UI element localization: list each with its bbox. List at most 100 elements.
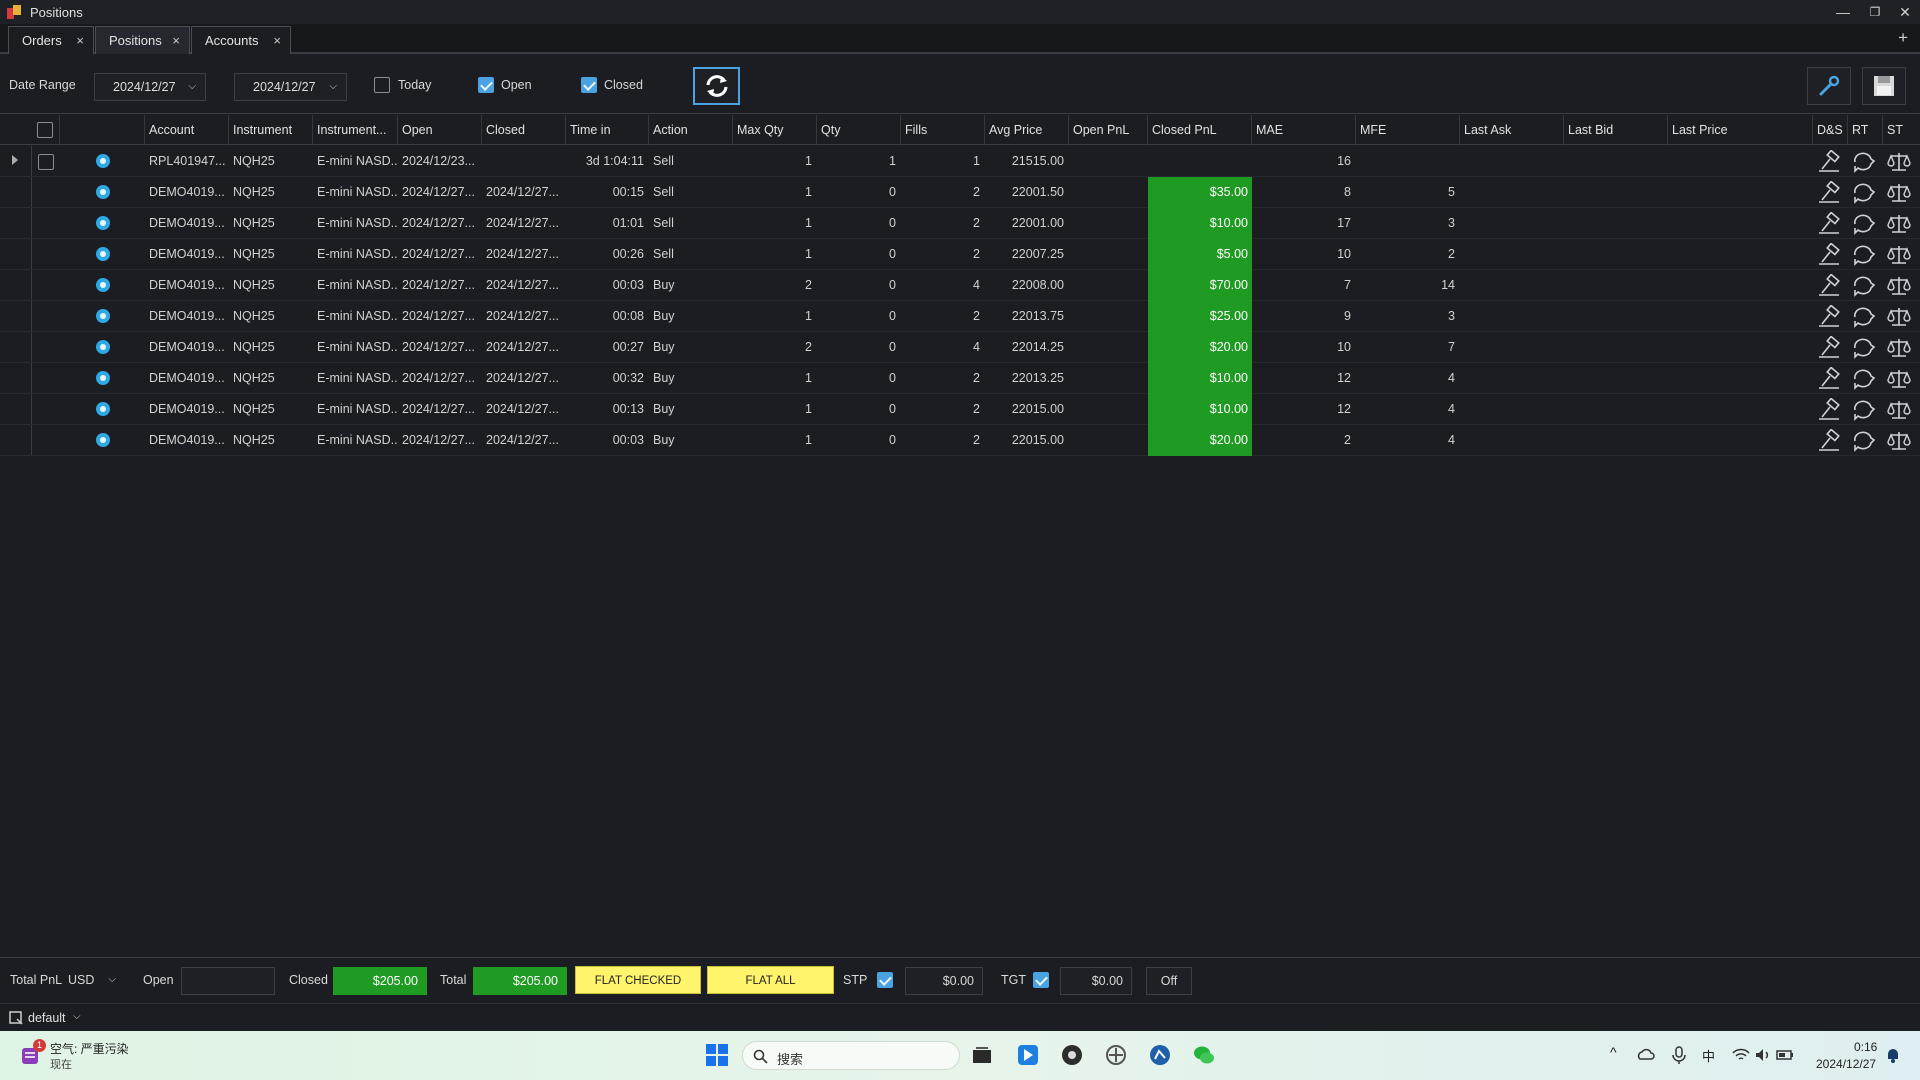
col-closed-pnl[interactable]: Closed PnL (1148, 115, 1252, 145)
table-row[interactable]: DEMO4019... NQH25 E-mini NASD... 2024/12/27… (0, 332, 1920, 363)
table-row[interactable]: DEMO4019... NQH25 E-mini NASD... 2024/12/27… (0, 425, 1920, 456)
close-window-button[interactable]: ✕ (1890, 0, 1920, 24)
microphone-icon[interactable] (1669, 1045, 1689, 1065)
clock-date[interactable]: 2024/12/27 (1816, 1057, 1876, 1071)
table-row[interactable]: DEMO4019... NQH25 E-mini NASD... 2024/12/27… (0, 177, 1920, 208)
reverse-position-icon[interactable] (1851, 274, 1877, 298)
reverse-position-icon[interactable] (1851, 181, 1877, 205)
taskbar-search-box[interactable]: 搜索 (742, 1041, 960, 1070)
col-instrument-name[interactable]: Instrument... (313, 115, 398, 145)
scale-trade-icon[interactable] (1886, 336, 1912, 360)
workspace-name[interactable]: default (28, 1011, 66, 1025)
tab-positions[interactable]: Positions × (95, 26, 190, 54)
ds-chart-icon[interactable] (1816, 273, 1842, 298)
scale-trade-icon[interactable] (1886, 181, 1912, 205)
app-taskbar-icon-2[interactable] (1104, 1043, 1128, 1067)
ds-chart-icon[interactable] (1816, 242, 1842, 267)
wifi-icon[interactable] (1731, 1045, 1751, 1065)
col-avg-price[interactable]: Avg Price (985, 115, 1069, 145)
close-tab-icon[interactable]: × (273, 33, 281, 48)
battery-icon[interactable] (1775, 1045, 1795, 1065)
scale-trade-icon[interactable] (1886, 243, 1912, 267)
col-closed[interactable]: Closed (482, 115, 566, 145)
col-rt[interactable]: RT (1848, 115, 1883, 145)
col-action[interactable]: Action (649, 115, 733, 145)
ds-chart-icon[interactable] (1816, 335, 1842, 360)
expand-row-icon[interactable] (12, 155, 18, 165)
open-checkbox[interactable] (478, 77, 494, 93)
tray-expand-icon[interactable]: ^ (1610, 1044, 1617, 1060)
stp-amount-field[interactable]: $0.00 (905, 967, 983, 995)
col-open[interactable]: Open (398, 115, 482, 145)
app-taskbar-icon-1[interactable] (1016, 1043, 1040, 1067)
tgt-checkbox[interactable] (1033, 972, 1049, 988)
tgt-amount-field[interactable]: $0.00 (1060, 967, 1132, 995)
wechat-taskbar-icon[interactable] (1192, 1043, 1216, 1067)
reverse-position-icon[interactable] (1851, 367, 1877, 391)
stp-checkbox[interactable] (877, 972, 893, 988)
refresh-button[interactable] (693, 67, 740, 105)
minimize-button[interactable]: — (1828, 0, 1858, 24)
row-checkbox[interactable] (38, 154, 54, 170)
ime-indicator[interactable]: 中 (1702, 1046, 1715, 1065)
ds-chart-icon[interactable] (1816, 180, 1842, 205)
trading-app-taskbar-icon[interactable] (1148, 1043, 1172, 1067)
reverse-position-icon[interactable] (1851, 398, 1877, 422)
ds-chart-icon[interactable] (1816, 366, 1842, 391)
scale-trade-icon[interactable] (1886, 274, 1912, 298)
reverse-position-icon[interactable] (1851, 336, 1877, 360)
clock-time[interactable]: 0:16 (1854, 1040, 1877, 1054)
weather-widget-icon[interactable]: 1 (19, 1039, 46, 1067)
date-from-picker[interactable]: 2024/12/27 ⌵ (94, 73, 206, 101)
cloud-sync-icon[interactable] (1636, 1045, 1656, 1065)
col-mae[interactable]: MAE (1252, 115, 1356, 145)
col-open-pnl[interactable]: Open PnL (1069, 115, 1148, 145)
browser-taskbar-icon[interactable] (1060, 1043, 1084, 1067)
flat-all-button[interactable]: FLAT ALL (707, 966, 834, 994)
col-time-in[interactable]: Time in (566, 115, 649, 145)
ds-chart-icon[interactable] (1816, 304, 1842, 329)
ds-chart-icon[interactable] (1816, 397, 1842, 422)
scale-trade-icon[interactable] (1886, 398, 1912, 422)
col-last-bid[interactable]: Last Bid (1564, 115, 1668, 145)
col-st[interactable]: ST (1883, 115, 1920, 145)
table-row[interactable]: RPL401947... NQH25 E-mini NASD... 2024/12/2… (0, 146, 1920, 177)
scale-trade-icon[interactable] (1886, 429, 1912, 453)
ds-chart-icon[interactable] (1816, 211, 1842, 236)
currency-select[interactable]: USD ⌵ (64, 967, 126, 995)
properties-button[interactable] (1807, 67, 1851, 105)
table-row[interactable]: DEMO4019... NQH25 E-mini NASD... 2024/12/27… (0, 363, 1920, 394)
col-ds[interactable]: D&S (1813, 115, 1848, 145)
col-instrument[interactable]: Instrument (229, 115, 313, 145)
col-fills[interactable]: Fills (901, 115, 985, 145)
tab-accounts[interactable]: Accounts × (191, 26, 291, 54)
today-checkbox[interactable] (374, 77, 390, 93)
table-row[interactable]: DEMO4019... NQH25 E-mini NASD... 2024/12/27… (0, 208, 1920, 239)
notification-bell-icon[interactable] (1884, 1046, 1902, 1064)
table-row[interactable]: DEMO4019... NQH25 E-mini NASD... 2024/12/27… (0, 239, 1920, 270)
task-view-icon[interactable] (970, 1043, 994, 1067)
reverse-position-icon[interactable] (1851, 429, 1877, 453)
closed-checkbox[interactable] (581, 77, 597, 93)
ds-chart-icon[interactable] (1816, 428, 1842, 453)
atm-off-toggle[interactable]: Off (1146, 967, 1192, 995)
add-tab-button[interactable]: + (1898, 28, 1908, 48)
scale-trade-icon[interactable] (1886, 212, 1912, 236)
reverse-position-icon[interactable] (1851, 243, 1877, 267)
restore-button[interactable]: ❐ (1860, 0, 1890, 24)
date-to-picker[interactable]: 2024/12/27 ⌵ (234, 73, 347, 101)
scale-trade-icon[interactable] (1886, 150, 1912, 174)
flat-checked-button[interactable]: FLAT CHECKED (575, 966, 701, 994)
table-row[interactable]: DEMO4019... NQH25 E-mini NASD... 2024/12/27… (0, 301, 1920, 332)
reverse-position-icon[interactable] (1851, 212, 1877, 236)
reverse-position-icon[interactable] (1851, 305, 1877, 329)
close-tab-icon[interactable]: × (172, 33, 180, 48)
scale-trade-icon[interactable] (1886, 305, 1912, 329)
col-last-price[interactable]: Last Price (1668, 115, 1813, 145)
chevron-down-icon[interactable]: ⌵ (73, 1011, 81, 1022)
col-max-qty[interactable]: Max Qty (733, 115, 817, 145)
ds-chart-icon[interactable] (1816, 149, 1842, 174)
table-row[interactable]: DEMO4019... NQH25 E-mini NASD... 2024/12/27… (0, 394, 1920, 425)
start-menu-icon[interactable] (705, 1043, 729, 1067)
col-account[interactable]: Account (145, 115, 229, 145)
